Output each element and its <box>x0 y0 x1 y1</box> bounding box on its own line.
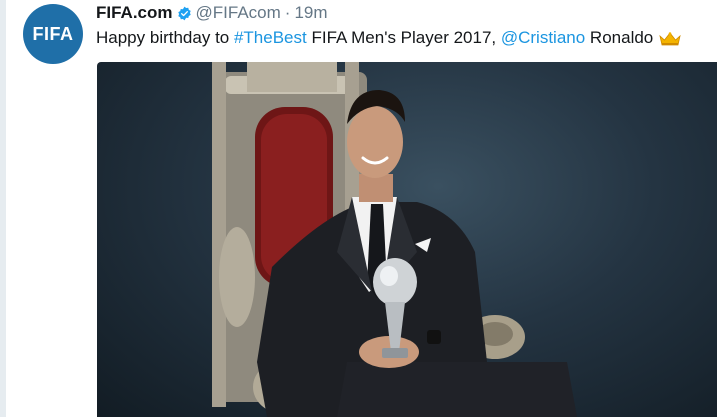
photo-illustration <box>212 62 577 417</box>
author-name[interactable]: FIFA.com <box>96 3 173 23</box>
hashtag-link[interactable]: #TheBest <box>234 28 307 48</box>
avatar-logo-text: FIFA <box>32 23 74 44</box>
verified-badge-icon <box>177 6 192 21</box>
avatar[interactable]: FIFA <box>23 4 83 64</box>
tweet-text: Happy birthday to #TheBest FIFA Men's Pl… <box>96 28 681 48</box>
header-separator: · <box>284 3 291 22</box>
author-handle[interactable]: @FIFAcom <box>196 3 281 23</box>
tweet-timestamp[interactable]: 19m <box>294 3 327 23</box>
tweet-text-part: Happy birthday to <box>96 28 234 47</box>
tweet[interactable]: FIFA FIFA.com @FIFAcom · 19m Happy birth… <box>0 0 717 417</box>
mention-link[interactable]: @Cristiano <box>501 28 585 48</box>
crown-emoji-icon <box>659 31 681 46</box>
timeline-rule <box>0 0 6 417</box>
tweet-photo[interactable] <box>97 62 717 417</box>
tweet-text-part: Ronaldo <box>585 28 654 47</box>
tweet-header: FIFA.com @FIFAcom · 19m <box>96 2 328 24</box>
tweet-text-part: FIFA Men's Player 2017, <box>306 28 501 47</box>
